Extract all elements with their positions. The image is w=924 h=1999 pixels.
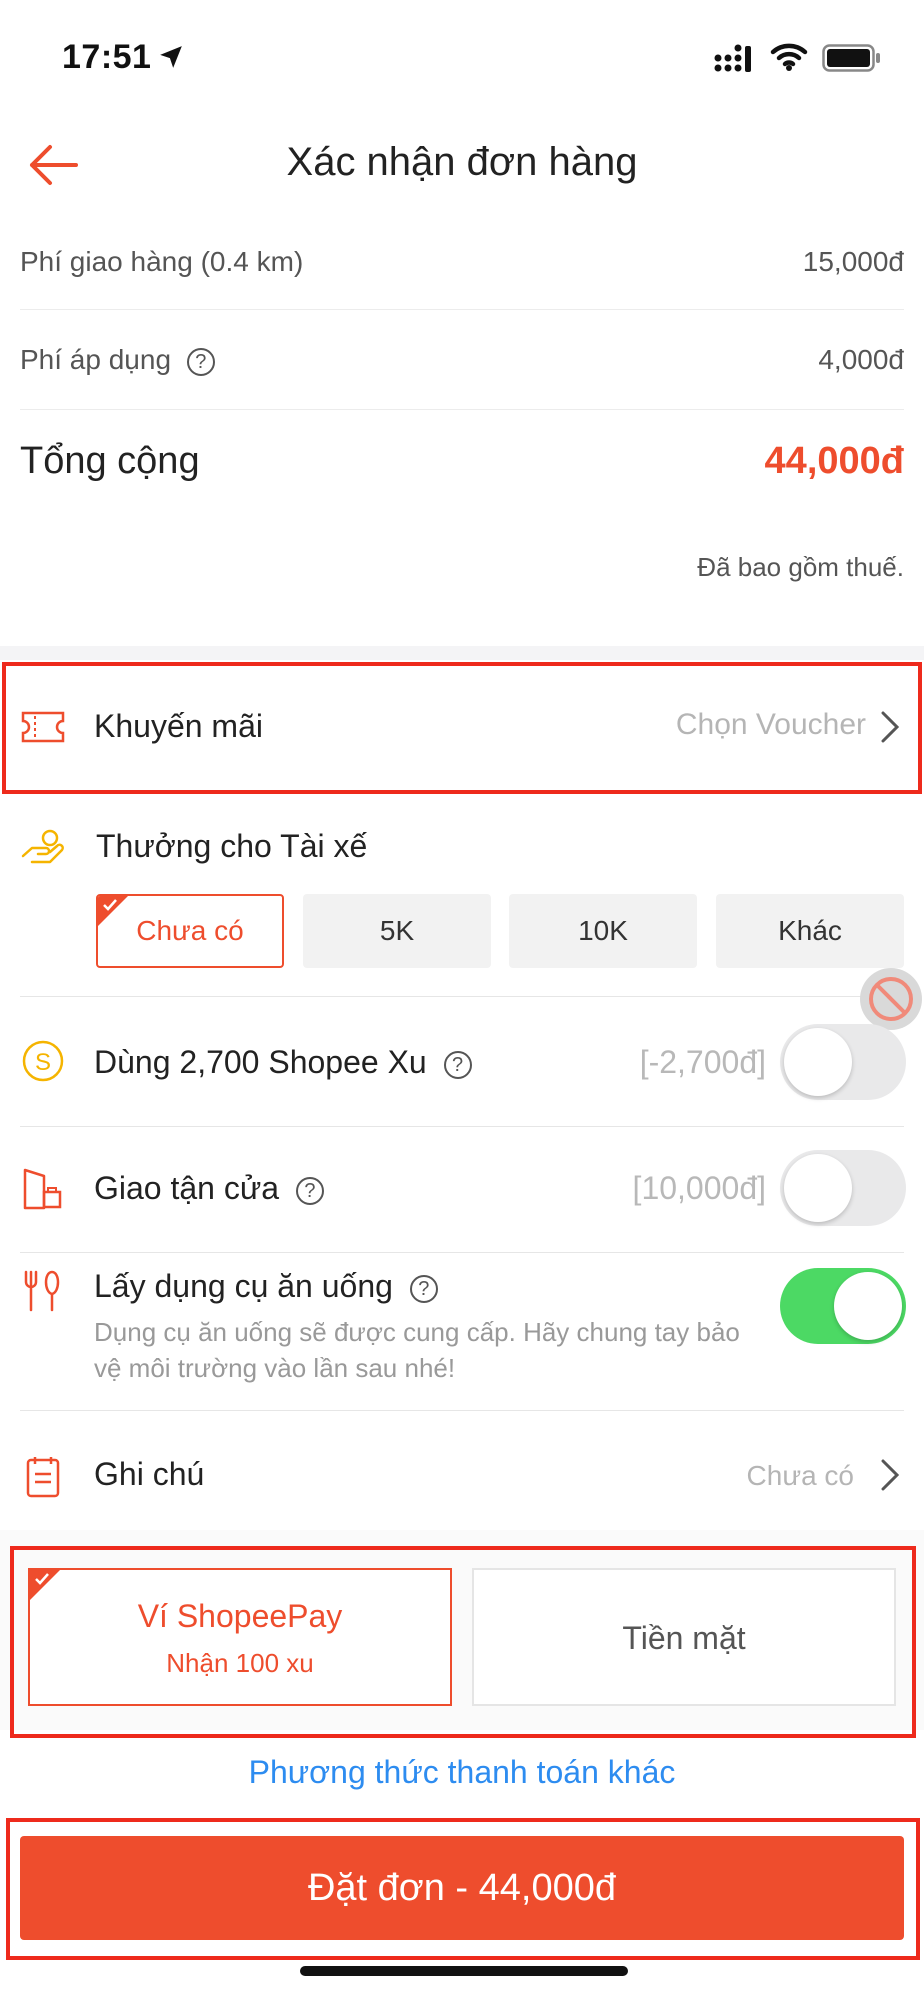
door-toggle[interactable] (780, 1150, 906, 1226)
cellular-signal-icon (714, 44, 751, 72)
tip-options: Chưa có 5K 10K Khác (96, 894, 904, 968)
utensils-toggle[interactable] (780, 1268, 906, 1344)
tip-label: Thưởng cho Tài xế (96, 828, 368, 864)
tax-note: Đã bao gồm thuế. (697, 552, 904, 582)
service-fee-value: 4,000đ (818, 344, 904, 375)
location-arrow-icon (160, 46, 182, 68)
help-icon[interactable]: ? (186, 347, 215, 376)
section-separator (0, 646, 924, 660)
battery-icon (822, 44, 880, 72)
status-time: 17:51 (62, 38, 152, 76)
tip-option-label: 10K (578, 915, 628, 946)
tip-option-label: 5K (379, 915, 415, 946)
svg-text:S: S (35, 1049, 51, 1076)
divider (20, 1126, 904, 1127)
delivery-fee-row: Phí giao hàng (0.4 km) 15,000đ (20, 226, 904, 310)
tip-option-other[interactable]: Khác (716, 894, 904, 968)
divider (20, 1252, 904, 1253)
header: Xác nhận đơn hàng (0, 120, 924, 210)
delivery-fee-value: 15,000đ (802, 246, 904, 277)
divider (20, 996, 904, 997)
delivery-fee-label: Phí giao hàng (0.4 km) (20, 246, 304, 277)
door-help-icon[interactable]: ? (295, 1176, 324, 1205)
block-icon[interactable] (860, 968, 922, 1030)
coins-value: [-2,700đ] (639, 1044, 766, 1080)
utensils-icon (24, 1270, 60, 1312)
wifi-icon (770, 43, 808, 71)
note-value: Chưa có (746, 1460, 854, 1491)
tip-option-10k[interactable]: 10K (509, 894, 697, 968)
tip-option-none[interactable]: Chưa có (96, 894, 284, 968)
coins-toggle[interactable] (780, 1024, 906, 1100)
page-title: Xác nhận đơn hàng (286, 140, 638, 184)
chevron-right-icon (881, 1459, 900, 1491)
tip-option-label: Khác (778, 915, 842, 946)
other-payment-link[interactable]: Phương thức thanh toán khác (0, 1754, 924, 1791)
status-bar: 17:51 (0, 0, 924, 110)
total-value: 44,000đ (764, 440, 904, 482)
toggle-knob (784, 1028, 852, 1096)
payment-highlight-frame (10, 1546, 916, 1738)
toggle-knob (834, 1272, 902, 1340)
utensils-label: Lấy dụng cụ ăn uống (94, 1268, 393, 1304)
tip-option-5k[interactable]: 5K (303, 894, 491, 968)
toggle-knob (784, 1154, 852, 1222)
door-label: Giao tận cửa (94, 1170, 280, 1206)
no-entry-icon (869, 977, 913, 1021)
coins-help-icon[interactable]: ? (443, 1050, 472, 1079)
coins-label: Dùng 2,700 Shopee Xu (94, 1044, 427, 1080)
shopee-coin-icon: S (22, 1040, 64, 1082)
service-fee-label: Phí áp dụng (20, 344, 172, 375)
divider (20, 1410, 904, 1411)
check-icon (103, 899, 117, 911)
promo-highlight-frame (2, 662, 922, 794)
tip-hand-icon (21, 829, 64, 864)
home-indicator (300, 1966, 628, 1976)
note-clipboard-icon (26, 1457, 60, 1498)
utensils-description: Dụng cụ ăn uống sẽ được cung cấp. Hãy ch… (94, 1317, 740, 1383)
utensils-help-icon[interactable]: ? (409, 1274, 438, 1303)
door-delivery-icon (23, 1168, 62, 1210)
service-fee-row: Phí áp dụng ? 4,000đ (20, 310, 904, 410)
note-label: Ghi chú (94, 1456, 205, 1492)
door-value: [10,000đ] (632, 1170, 766, 1206)
total-label: Tổng cộng (20, 440, 200, 482)
order-highlight-frame (6, 1818, 920, 1960)
note-row[interactable]: Ghi chú Chưa có (0, 1420, 924, 1530)
tip-option-label: Chưa có (136, 915, 244, 946)
